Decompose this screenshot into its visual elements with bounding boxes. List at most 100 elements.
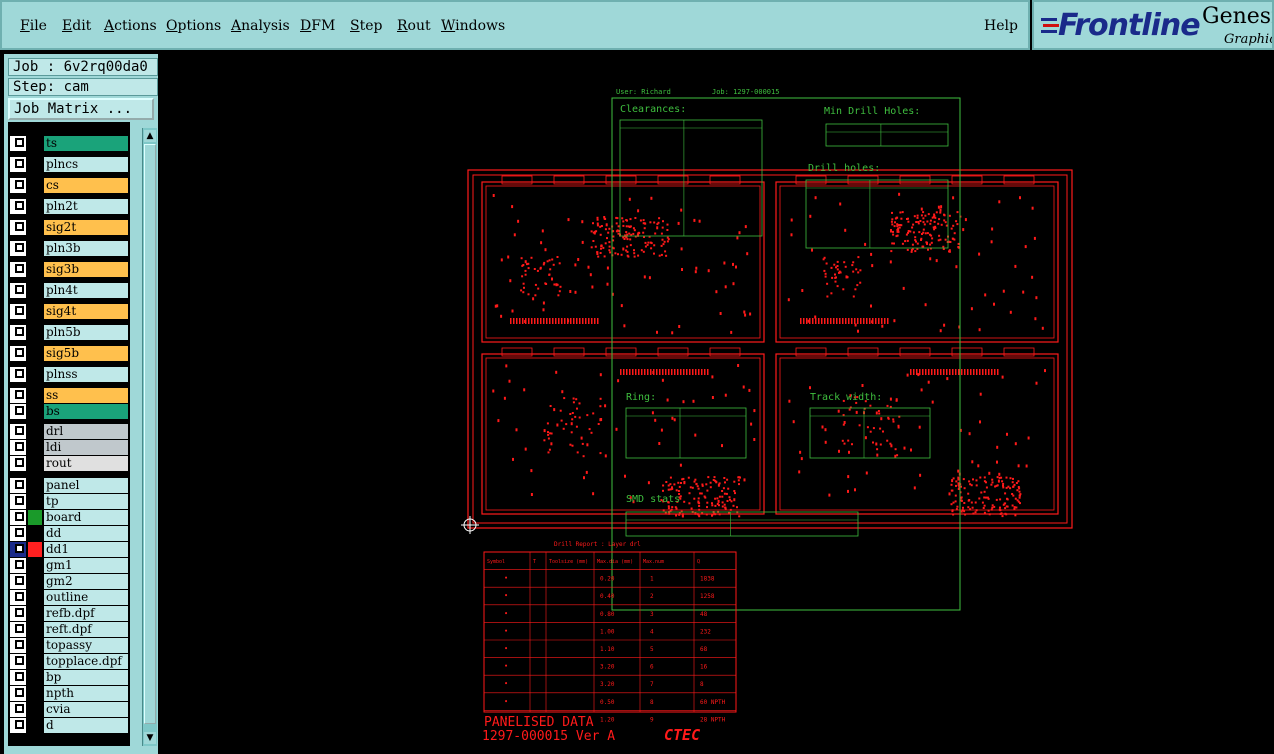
layer-row-pln5b[interactable]: pln5b <box>8 325 130 340</box>
layer-row-drl[interactable]: drl <box>8 424 130 439</box>
layer-color-swatch[interactable] <box>28 542 42 557</box>
layer-checkbox[interactable] <box>10 199 26 214</box>
layer-checkbox[interactable] <box>10 283 26 298</box>
layer-color-swatch[interactable] <box>28 456 42 471</box>
layer-color-swatch[interactable] <box>28 440 42 455</box>
layer-row-sig3b[interactable]: sig3b <box>8 262 130 277</box>
layer-color-swatch[interactable] <box>28 574 42 589</box>
graphic-canvas[interactable]: User: Richard Job: 1297-000015 Clearances:… <box>160 56 1272 754</box>
menu-step[interactable]: Step <box>350 18 382 34</box>
layer-checkbox[interactable] <box>10 456 26 471</box>
layer-list-scrollbar[interactable]: ▲ ▼ <box>142 128 157 746</box>
layer-row-pln3b[interactable]: pln3b <box>8 241 130 256</box>
layer-row-sig5b[interactable]: sig5b <box>8 346 130 361</box>
layer-color-swatch[interactable] <box>28 388 42 403</box>
layer-row-cs[interactable]: cs <box>8 178 130 193</box>
layer-color-swatch[interactable] <box>28 346 42 361</box>
layer-color-swatch[interactable] <box>28 424 42 439</box>
layer-color-swatch[interactable] <box>28 718 42 733</box>
layer-checkbox[interactable] <box>10 510 26 525</box>
layer-color-swatch[interactable] <box>28 654 42 669</box>
layer-color-swatch[interactable] <box>28 325 42 340</box>
layer-row-bs[interactable]: bs <box>8 404 130 419</box>
layer-checkbox[interactable] <box>10 404 26 419</box>
layer-checkbox[interactable] <box>10 670 26 685</box>
layer-color-swatch[interactable] <box>28 686 42 701</box>
menu-edit[interactable]: Edit <box>62 18 91 34</box>
layer-row-plncs[interactable]: plncs <box>8 157 130 172</box>
layer-checkbox[interactable] <box>10 718 26 733</box>
layer-row-ss[interactable]: ss <box>8 388 130 403</box>
layer-color-swatch[interactable] <box>28 404 42 419</box>
scroll-up-icon[interactable]: ▲ <box>144 130 156 142</box>
layer-checkbox[interactable] <box>10 440 26 455</box>
layer-checkbox[interactable] <box>10 478 26 493</box>
layer-checkbox[interactable] <box>10 157 26 172</box>
layer-checkbox[interactable] <box>10 346 26 361</box>
scroll-thumb[interactable] <box>144 144 156 724</box>
layer-checkbox[interactable] <box>10 526 26 541</box>
layer-color-swatch[interactable] <box>28 199 42 214</box>
layer-checkbox[interactable] <box>10 574 26 589</box>
menu-windows[interactable]: Windows <box>441 18 505 34</box>
menu-help[interactable]: Help <box>984 18 1018 34</box>
layer-color-swatch[interactable] <box>28 262 42 277</box>
layer-checkbox[interactable] <box>10 136 26 151</box>
scroll-down-icon[interactable]: ▼ <box>144 732 156 744</box>
layer-color-swatch[interactable] <box>28 178 42 193</box>
layer-color-swatch[interactable] <box>28 220 42 235</box>
layer-checkbox[interactable] <box>10 494 26 509</box>
layer-row-npth[interactable]: npth <box>8 686 130 701</box>
layer-row-pln4t[interactable]: pln4t <box>8 283 130 298</box>
layer-row-pln2t[interactable]: pln2t <box>8 199 130 214</box>
layer-color-swatch[interactable] <box>28 702 42 717</box>
layer-checkbox[interactable] <box>10 702 26 717</box>
menu-analysis[interactable]: Analysis <box>231 18 290 34</box>
job-matrix-button[interactable]: Job Matrix ... <box>8 98 154 120</box>
layer-color-swatch[interactable] <box>28 304 42 319</box>
layer-checkbox[interactable] <box>10 622 26 637</box>
layer-color-swatch[interactable] <box>28 622 42 637</box>
layer-checkbox[interactable] <box>10 388 26 403</box>
layer-checkbox[interactable] <box>10 590 26 605</box>
layer-checkbox[interactable] <box>10 558 26 573</box>
menu-actions[interactable]: Actions <box>104 18 157 34</box>
layer-row-d[interactable]: d <box>8 718 130 733</box>
layer-checkbox[interactable] <box>10 304 26 319</box>
menu-options[interactable]: Options <box>166 18 221 34</box>
menu-dfm[interactable]: DFM <box>300 18 335 34</box>
layer-row-reft-dpf[interactable]: reft.dpf <box>8 622 130 637</box>
layer-checkbox[interactable] <box>10 542 26 557</box>
layer-color-swatch[interactable] <box>28 510 42 525</box>
layer-checkbox[interactable] <box>10 241 26 256</box>
layer-checkbox[interactable] <box>10 606 26 621</box>
layer-row-rout[interactable]: rout <box>8 456 130 471</box>
layer-color-swatch[interactable] <box>28 241 42 256</box>
layer-row-panel[interactable]: panel <box>8 478 130 493</box>
layer-row-outline[interactable]: outline <box>8 590 130 605</box>
layer-checkbox[interactable] <box>10 367 26 382</box>
layer-checkbox[interactable] <box>10 325 26 340</box>
layer-row-ldi[interactable]: ldi <box>8 440 130 455</box>
layer-color-swatch[interactable] <box>28 157 42 172</box>
layer-color-swatch[interactable] <box>28 606 42 621</box>
layer-row-plnss[interactable]: plnss <box>8 367 130 382</box>
layer-row-bp[interactable]: bp <box>8 670 130 685</box>
layer-color-swatch[interactable] <box>28 670 42 685</box>
layer-row-sig4t[interactable]: sig4t <box>8 304 130 319</box>
layer-row-topplace-dpf[interactable]: topplace.dpf <box>8 654 130 669</box>
layer-row-sig2t[interactable]: sig2t <box>8 220 130 235</box>
layer-row-dd[interactable]: dd <box>8 526 130 541</box>
layer-checkbox[interactable] <box>10 654 26 669</box>
menu-file[interactable]: File <box>20 18 47 34</box>
layer-checkbox[interactable] <box>10 178 26 193</box>
layer-row-tp[interactable]: tp <box>8 494 130 509</box>
layer-checkbox[interactable] <box>10 262 26 277</box>
layer-row-gm1[interactable]: gm1 <box>8 558 130 573</box>
layer-color-swatch[interactable] <box>28 590 42 605</box>
layer-color-swatch[interactable] <box>28 478 42 493</box>
menu-rout[interactable]: Rout <box>397 18 431 34</box>
layer-checkbox[interactable] <box>10 686 26 701</box>
layer-color-swatch[interactable] <box>28 638 42 653</box>
layer-color-swatch[interactable] <box>28 367 42 382</box>
